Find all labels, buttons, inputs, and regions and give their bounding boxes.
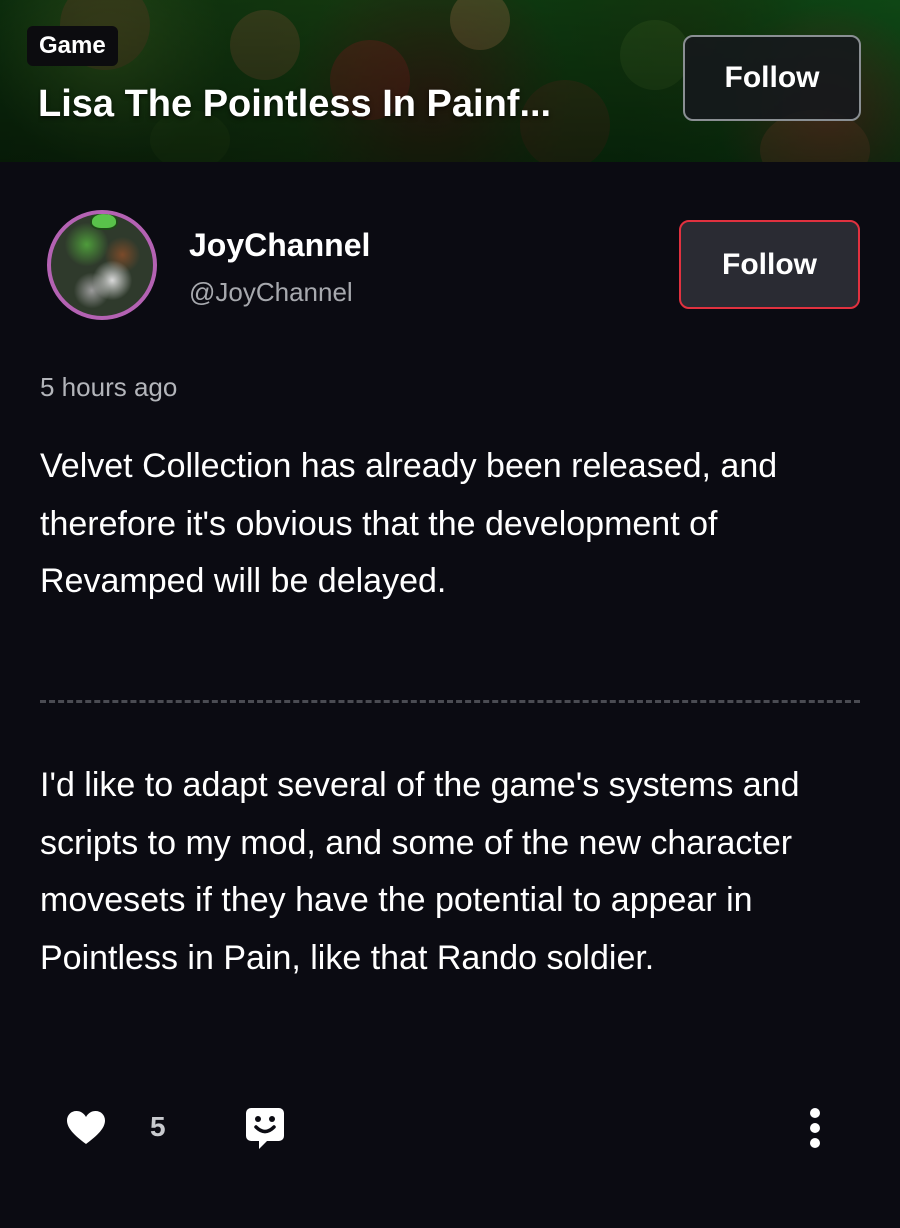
community-banner: Game Lisa The Pointless In Painf... Foll… xyxy=(0,0,900,162)
react-icon[interactable] xyxy=(245,1106,285,1150)
like-count: 5 xyxy=(150,1111,166,1142)
frog-icon xyxy=(90,214,118,230)
author-handle: @JoyChannel xyxy=(189,277,353,307)
author-name[interactable]: JoyChannel xyxy=(189,225,370,265)
more-vertical-icon[interactable] xyxy=(803,1105,827,1151)
post-paragraph: Velvet Collection has already been relea… xyxy=(40,447,778,600)
heart-icon[interactable] xyxy=(66,1110,106,1146)
post-divider xyxy=(40,700,860,703)
category-tag: Game xyxy=(27,26,118,66)
follow-user-button[interactable]: Follow xyxy=(679,220,860,309)
post-paragraph: I'd like to adapt several of the game's … xyxy=(40,766,800,977)
follow-community-button[interactable]: Follow xyxy=(683,35,861,121)
community-title[interactable]: Lisa The Pointless In Painf... xyxy=(38,80,648,128)
post-timestamp: 5 hours ago xyxy=(40,372,178,402)
avatar[interactable] xyxy=(47,210,157,320)
